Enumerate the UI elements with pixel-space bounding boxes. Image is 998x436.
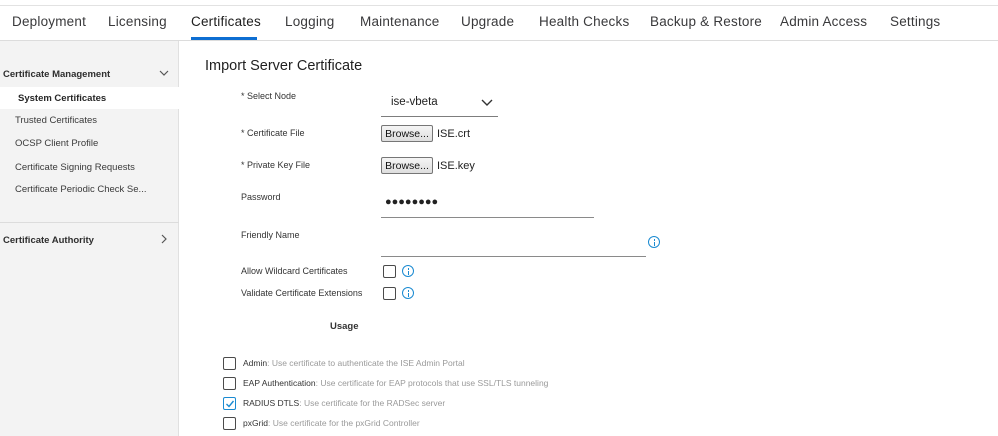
sidebar: Certificate Management System Certificat… <box>0 41 179 436</box>
usage-eap-desc: : Use certificate for EAP protocols that… <box>315 378 549 388</box>
usage-radius-dtls-checkbox[interactable] <box>223 397 236 410</box>
friendly-name-input[interactable] <box>381 232 646 257</box>
tab-certificates[interactable]: Certificates <box>191 14 261 29</box>
password-value: ●●●●●●●● <box>385 196 439 208</box>
sidebar-item-ocsp-client-profile[interactable]: OCSP Client Profile <box>0 132 179 154</box>
private-key-label: * Private Key File <box>241 160 311 170</box>
validate-extensions-label: Validate Certificate Extensions <box>241 288 363 298</box>
usage-eap-checkbox[interactable] <box>223 377 236 390</box>
tab-maintenance[interactable]: Maintenance <box>360 14 440 29</box>
usage-radius-dtls-row: RADIUS DTLS: Use certificate for the RAD… <box>243 398 445 408</box>
friendly-name-info-icon[interactable] <box>648 236 660 248</box>
usage-pxgrid-checkbox[interactable] <box>223 417 236 430</box>
usage-pxgrid-desc: : Use certificate for the pxGrid Control… <box>268 418 420 428</box>
tab-logging[interactable]: Logging <box>285 14 334 29</box>
tab-settings[interactable]: Settings <box>890 14 940 29</box>
tab-backup-restore[interactable]: Backup & Restore <box>650 14 762 29</box>
usage-admin-checkbox[interactable] <box>223 357 236 370</box>
chevron-right-icon <box>161 234 167 244</box>
allow-wildcard-label: Allow Wildcard Certificates <box>241 266 348 276</box>
usage-pxgrid-name: pxGrid <box>243 418 269 428</box>
sidebar-section-certificate-management[interactable]: Certificate Management <box>0 63 179 85</box>
password-label: Password <box>241 192 281 202</box>
sidebar-item-system-certificates[interactable]: System Certificates <box>0 87 179 109</box>
sidebar-section-label: Certificate Management <box>3 68 111 80</box>
usage-radius-dtls-desc: : Use certificate for the RADSec server <box>299 398 446 408</box>
usage-eap-name: EAP Authentication <box>243 378 316 388</box>
usage-pxgrid-row: pxGrid: Use certificate for the pxGrid C… <box>243 418 420 428</box>
usage-admin-row: Admin: Use certificate to authenticate t… <box>243 358 465 368</box>
tab-deployment[interactable]: Deployment <box>12 14 86 29</box>
certificate-browse-button[interactable]: Browse... <box>381 125 433 142</box>
tab-admin-access[interactable]: Admin Access <box>780 14 867 29</box>
validate-extensions-info-icon[interactable] <box>402 287 414 299</box>
certificate-file-label: * Certificate File <box>241 128 305 138</box>
sidebar-item-certificate-periodic-check[interactable]: Certificate Periodic Check Se... <box>0 178 179 200</box>
select-node-dropdown[interactable]: ise-vbeta <box>381 90 498 117</box>
usage-admin-name: Admin <box>243 358 268 368</box>
allow-wildcard-info-icon[interactable] <box>402 265 414 277</box>
checkmark-icon <box>226 400 235 408</box>
chevron-down-icon <box>159 70 169 76</box>
tab-upgrade[interactable]: Upgrade <box>461 14 514 29</box>
password-input[interactable]: ●●●●●●●● <box>381 192 594 218</box>
select-node-value: ise-vbeta <box>391 96 438 108</box>
validate-extensions-checkbox[interactable] <box>383 287 396 300</box>
sidebar-section-certificate-authority[interactable]: Certificate Authority <box>0 229 179 251</box>
sidebar-section-label: Certificate Authority <box>3 234 94 246</box>
sidebar-item-certificate-signing-requests[interactable]: Certificate Signing Requests <box>0 156 179 178</box>
active-tab-indicator <box>191 37 257 40</box>
usage-eap-row: EAP Authentication: Use certificate for … <box>243 378 548 388</box>
allow-wildcard-checkbox[interactable] <box>383 265 396 278</box>
usage-radius-dtls-name: RADIUS DTLS <box>243 398 300 408</box>
sidebar-item-trusted-certificates[interactable]: Trusted Certificates <box>0 109 179 131</box>
tab-licensing[interactable]: Licensing <box>108 14 167 29</box>
select-node-label: * Select Node <box>241 91 297 101</box>
private-key-browse-button[interactable]: Browse... <box>381 157 433 174</box>
page-title: Import Server Certificate <box>205 58 363 74</box>
usage-admin-desc: : Use certificate to authenticate the IS… <box>267 358 465 368</box>
certificate-file-name: ISE.crt <box>437 128 471 140</box>
friendly-name-label: Friendly Name <box>241 230 300 240</box>
chevron-down-icon <box>481 99 493 106</box>
top-tab-bar: Deployment Licensing Certificates Loggin… <box>0 0 998 41</box>
private-key-file-name: ISE.key <box>437 160 475 172</box>
usage-heading: Usage <box>330 321 359 332</box>
tab-health-checks[interactable]: Health Checks <box>539 14 629 29</box>
sidebar-divider <box>0 222 179 223</box>
